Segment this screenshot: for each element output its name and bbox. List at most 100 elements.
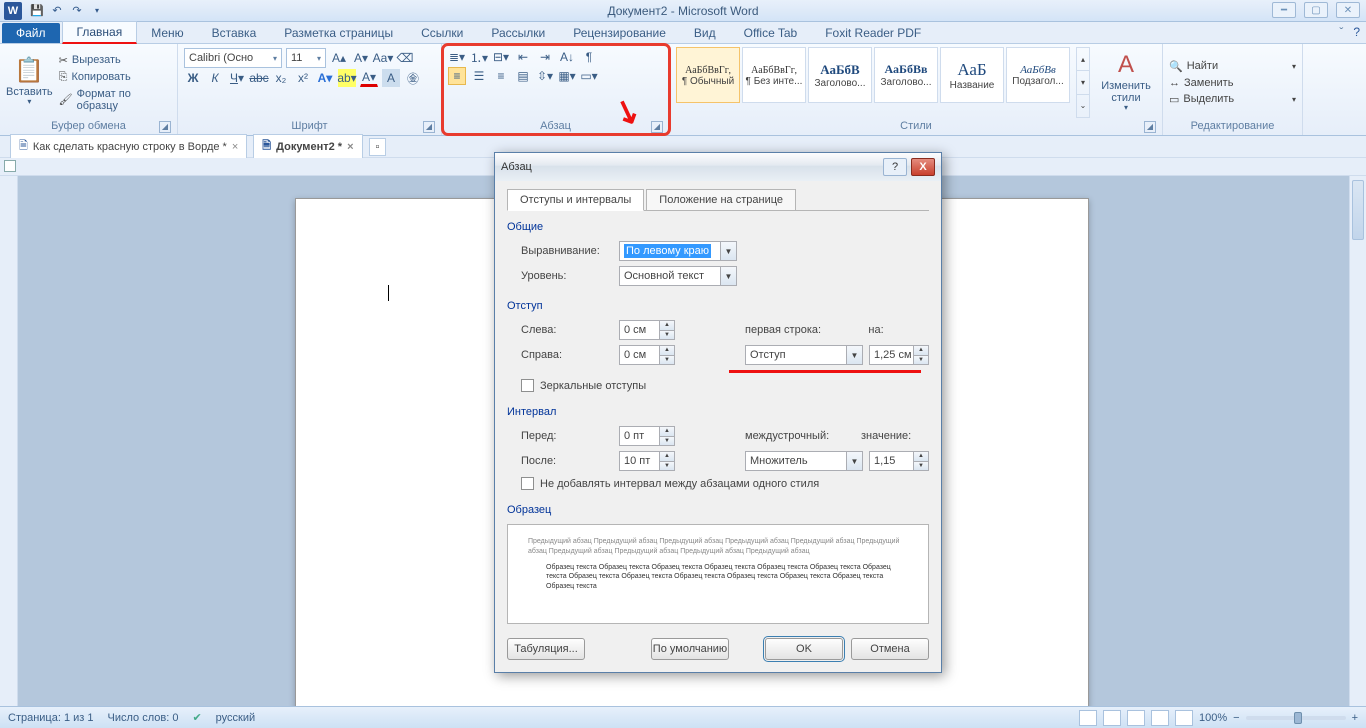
help-icon[interactable]: ? <box>1353 25 1360 39</box>
zoom-out-button[interactable]: − <box>1233 712 1239 724</box>
word-count[interactable]: Число слов: 0 <box>108 712 179 724</box>
chevron-down-icon[interactable]: ▼ <box>846 346 862 364</box>
style-normal[interactable]: АаБбВвГг,¶ Обычный <box>676 47 740 103</box>
dec-indent-icon[interactable]: ⇤ <box>514 48 532 66</box>
dialog-tab-indents[interactable]: Отступы и интервалы <box>507 189 644 211</box>
paste-button[interactable]: 📋Вставить▾ <box>6 47 53 118</box>
grow-font-icon[interactable]: A▴ <box>330 49 348 67</box>
tab-home[interactable]: Главная <box>62 21 138 44</box>
cut-button[interactable]: ✂Вырезать <box>59 54 171 67</box>
find-button[interactable]: 🔍Найти▾ <box>1169 60 1296 73</box>
clear-format-icon[interactable]: ⌫ <box>396 49 414 67</box>
web-view[interactable] <box>1127 710 1145 726</box>
cancel-button[interactable]: Отмена <box>851 638 929 660</box>
spin-down-icon[interactable]: ▼ <box>660 331 674 340</box>
qat-more-icon[interactable]: ▾ <box>88 2 106 20</box>
nosame-check[interactable]: Не добавлять интервал между абзацами одн… <box>521 477 929 490</box>
tab-menu[interactable]: Меню <box>137 23 197 43</box>
zoom-level[interactable]: 100% <box>1199 712 1227 724</box>
subscript-icon[interactable]: x₂ <box>272 69 290 87</box>
style-title[interactable]: АаБНазвание <box>940 47 1004 103</box>
spin-down-icon[interactable]: ▼ <box>660 356 674 365</box>
font-color-icon[interactable]: A▾ <box>360 69 378 87</box>
dialog-tab-position[interactable]: Положение на странице <box>646 189 796 211</box>
change-styles-button[interactable]: AИзменить стили▾ <box>1096 47 1156 118</box>
doc-tab-1[interactable]: 🗎Как сделать красную строку в Ворде *× <box>10 134 247 159</box>
font-name-combo[interactable]: Calibri (Осно▾ <box>184 48 282 68</box>
align-right-icon[interactable]: ≡ <box>492 67 510 85</box>
dialog-close-button[interactable]: X <box>911 158 935 176</box>
dialog-titlebar[interactable]: Абзац ? X <box>495 153 941 181</box>
style-h1[interactable]: АаБбВЗаголово... <box>808 47 872 103</box>
first-line-combo[interactable]: Отступ▼ <box>745 345 863 365</box>
zoom-in-button[interactable]: + <box>1352 712 1358 724</box>
new-tab-icon[interactable]: ▫ <box>369 138 387 156</box>
strike-icon[interactable]: abc <box>250 69 268 87</box>
font-size-combo[interactable]: 11▾ <box>286 48 326 68</box>
print-layout-view[interactable] <box>1079 710 1097 726</box>
page-status[interactable]: Страница: 1 из 1 <box>8 712 94 724</box>
default-button[interactable]: По умолчанию <box>651 638 729 660</box>
ok-button[interactable]: OK <box>765 638 843 660</box>
spin-up-icon[interactable]: ▲ <box>660 321 674 331</box>
dialog-help-button[interactable]: ? <box>883 158 907 176</box>
shrink-font-icon[interactable]: A▾ <box>352 49 370 67</box>
right-indent-spin[interactable]: 0 см▲▼ <box>619 345 675 365</box>
level-combo[interactable]: Основной текст▼ <box>619 266 737 286</box>
font-launcher[interactable]: ◢ <box>423 121 435 133</box>
tab-review[interactable]: Рецензирование <box>559 23 680 43</box>
styles-launcher[interactable]: ◢ <box>1144 121 1156 133</box>
spin-down-icon[interactable]: ▼ <box>914 356 928 365</box>
align-left-icon[interactable]: ≡ <box>448 67 466 85</box>
doc-tab-2[interactable]: 🗎Документ2 *× <box>253 134 362 159</box>
scrollbar-thumb[interactable] <box>1352 180 1364 240</box>
shading-icon[interactable]: ▦▾ <box>558 67 576 85</box>
fullscreen-view[interactable] <box>1103 710 1121 726</box>
underline-icon[interactable]: Ч▾ <box>228 69 246 87</box>
inc-indent-icon[interactable]: ⇥ <box>536 48 554 66</box>
zoom-thumb[interactable] <box>1294 712 1302 724</box>
line-spacing-at-spin[interactable]: 1,15▲▼ <box>869 451 929 471</box>
tab-refs[interactable]: Ссылки <box>407 23 477 43</box>
tab-foxit[interactable]: Foxit Reader PDF <box>811 23 935 43</box>
close-tab-icon[interactable]: × <box>347 141 353 153</box>
first-line-by-spin[interactable]: 1,25 см▲▼ <box>869 345 929 365</box>
spin-up-icon[interactable]: ▲ <box>660 452 674 462</box>
bullets-icon[interactable]: ≣▾ <box>448 48 466 66</box>
format-painter-button[interactable]: 🖌Формат по образцу <box>59 88 171 112</box>
text-effects-icon[interactable]: A▾ <box>316 69 334 87</box>
chevron-down-icon[interactable]: ▼ <box>846 452 862 470</box>
copy-button[interactable]: ⎘Копировать <box>59 71 171 84</box>
paragraph-launcher[interactable]: ◢ <box>651 121 663 133</box>
proofing-icon[interactable]: ✔ <box>192 711 201 724</box>
close-button[interactable]: ✕ <box>1336 2 1360 18</box>
style-nospacing[interactable]: АаБбВвГг,¶ Без инте... <box>742 47 806 103</box>
spin-down-icon[interactable]: ▼ <box>660 437 674 446</box>
tab-office[interactable]: Office Tab <box>730 23 812 43</box>
styles-down-icon[interactable]: ▾ <box>1077 71 1089 94</box>
chevron-down-icon[interactable]: ▼ <box>720 242 736 260</box>
style-h2[interactable]: АаБбВвЗаголово... <box>874 47 938 103</box>
styles-up-icon[interactable]: ▴ <box>1077 48 1089 71</box>
replace-button[interactable]: ↔Заменить <box>1169 77 1296 89</box>
align-center-icon[interactable]: ☰ <box>470 67 488 85</box>
minimize-ribbon-icon[interactable]: ˇ <box>1339 25 1343 39</box>
clipboard-launcher[interactable]: ◢ <box>159 121 171 133</box>
close-tab-icon[interactable]: × <box>232 141 238 153</box>
maximize-button[interactable]: ▢ <box>1304 2 1328 18</box>
change-case-icon[interactable]: Aa▾ <box>374 49 392 67</box>
space-after-spin[interactable]: 10 пт▲▼ <box>619 451 675 471</box>
line-spacing-combo[interactable]: Множитель▼ <box>745 451 863 471</box>
tab-view[interactable]: Вид <box>680 23 730 43</box>
undo-icon[interactable]: ↶ <box>48 2 66 20</box>
language-status[interactable]: русский <box>216 712 255 724</box>
tabs-button[interactable]: Табуляция... <box>507 638 585 660</box>
zoom-slider[interactable] <box>1246 716 1346 720</box>
line-spacing-icon[interactable]: ⇳▾ <box>536 67 554 85</box>
spin-up-icon[interactable]: ▲ <box>914 452 928 462</box>
spin-up-icon[interactable]: ▲ <box>660 346 674 356</box>
italic-icon[interactable]: К <box>206 69 224 87</box>
draft-view[interactable] <box>1175 710 1193 726</box>
tab-mail[interactable]: Рассылки <box>477 23 559 43</box>
spin-down-icon[interactable]: ▼ <box>914 462 928 471</box>
